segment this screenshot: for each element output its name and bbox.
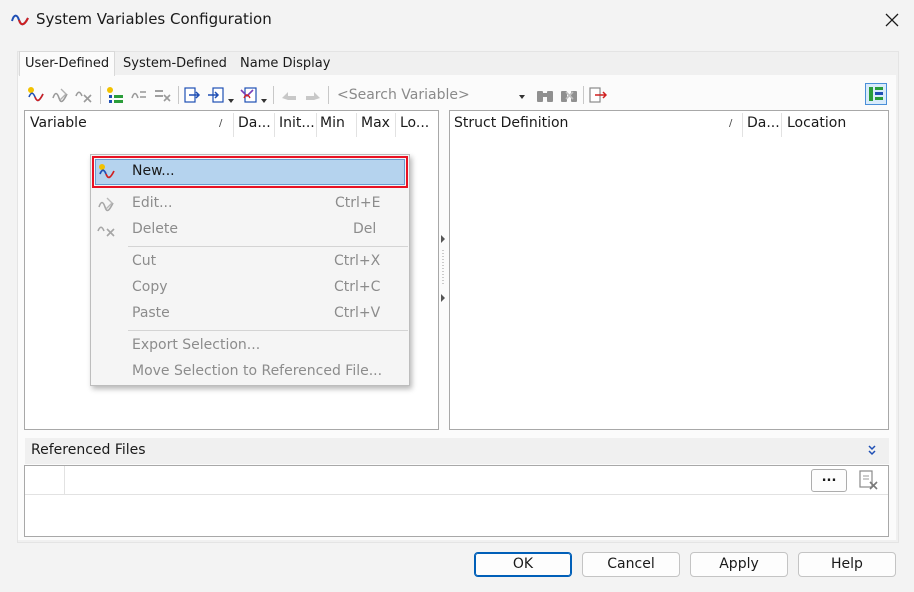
close-button[interactable]	[876, 4, 908, 36]
delete-struct-icon[interactable]	[154, 86, 172, 104]
toolbar-separator	[100, 86, 101, 104]
column-struct-definition[interactable]: Struct Definition	[454, 115, 568, 131]
browse-button[interactable]: ...	[811, 469, 847, 492]
chevron-down-icon[interactable]	[261, 92, 267, 103]
sort-icon: /	[729, 118, 733, 129]
tab-user-defined[interactable]: User-Defined	[19, 51, 116, 76]
toolbar-separator	[328, 86, 329, 104]
column-initial-value[interactable]: Init...	[279, 115, 315, 131]
column-separator	[64, 466, 65, 495]
tab-strip: User-Defined System-Defined Name Display	[17, 51, 347, 76]
collapse-chevron-icon[interactable]	[866, 443, 878, 457]
search-variable-input[interactable]: <Search Variable>	[333, 84, 529, 106]
shortcut-cut: Ctrl+X	[334, 253, 381, 269]
find-icon[interactable]	[536, 86, 554, 104]
edit-variable-icon	[97, 195, 117, 213]
menu-item-move-selection[interactable]: Move Selection to Referenced File...	[132, 363, 382, 379]
move-down-icon[interactable]	[304, 86, 322, 104]
ok-button[interactable]: OK	[474, 552, 572, 577]
shortcut-delete: Del	[353, 221, 377, 237]
menu-separator	[128, 246, 408, 247]
referenced-files-header[interactable]	[25, 438, 889, 464]
layout-toggle-button[interactable]	[865, 83, 887, 105]
window-title: System Variables Configuration	[36, 10, 272, 28]
column-separator	[781, 113, 782, 137]
app-wave-icon	[10, 10, 30, 30]
remove-file-icon	[859, 470, 878, 490]
column-location[interactable]: Lo...	[400, 115, 429, 131]
column-variable[interactable]: Variable	[30, 115, 87, 131]
remove-file-button[interactable]	[856, 469, 882, 493]
export-selection-icon[interactable]	[589, 86, 607, 104]
column-struct-location[interactable]: Location	[787, 115, 846, 131]
search-dropdown-chevron-icon[interactable]	[518, 90, 526, 100]
referenced-files-title: Referenced Files	[31, 442, 146, 458]
sort-icon: /	[219, 118, 223, 129]
new-variable-icon	[97, 163, 117, 181]
cancel-button[interactable]: Cancel	[582, 552, 680, 577]
menu-item-new[interactable]: New...	[132, 163, 175, 179]
column-separator	[356, 113, 357, 137]
struct-definition-table[interactable]	[449, 110, 889, 430]
column-separator	[742, 113, 743, 137]
toolbar-separator	[273, 86, 274, 104]
referenced-file-row[interactable]	[25, 466, 888, 495]
close-icon	[885, 13, 899, 27]
shortcut-paste: Ctrl+V	[334, 305, 381, 321]
help-button[interactable]: Help	[798, 552, 896, 577]
import-icon[interactable]	[207, 86, 225, 104]
menu-item-delete[interactable]: Delete	[132, 221, 178, 237]
tab-system-defined[interactable]: System-Defined	[118, 54, 232, 74]
new-variable-icon[interactable]	[27, 86, 45, 104]
shortcut-copy: Ctrl+C	[334, 279, 381, 295]
column-min[interactable]: Min	[320, 115, 345, 131]
column-separator	[395, 113, 396, 137]
layout-toggle-icon	[869, 87, 883, 101]
edit-struct-icon[interactable]	[130, 86, 148, 104]
delete-variable-icon[interactable]	[75, 86, 93, 104]
menu-item-copy[interactable]: Copy	[132, 279, 168, 295]
toolbar-separator	[178, 86, 179, 104]
toolbar-separator	[583, 86, 584, 104]
column-separator	[316, 113, 317, 137]
shortcut-edit: Ctrl+E	[335, 195, 381, 211]
menu-separator	[128, 330, 408, 331]
menu-item-export-selection[interactable]: Export Selection...	[132, 337, 260, 353]
filter-icon[interactable]	[240, 86, 258, 104]
column-max[interactable]: Max	[361, 115, 390, 131]
new-struct-icon[interactable]	[106, 86, 124, 104]
column-data-type[interactable]: Da...	[238, 115, 271, 131]
find-clear-icon[interactable]	[560, 86, 578, 104]
pane-splitter[interactable]	[439, 230, 447, 310]
move-up-icon[interactable]	[280, 86, 298, 104]
column-struct-data-type[interactable]: Da...	[747, 115, 780, 131]
menu-item-paste[interactable]: Paste	[132, 305, 170, 321]
column-separator	[233, 113, 234, 137]
menu-item-edit[interactable]: Edit...	[132, 195, 172, 211]
apply-button[interactable]: Apply	[690, 552, 788, 577]
menu-item-cut[interactable]: Cut	[132, 253, 156, 269]
chevron-down-icon[interactable]	[228, 92, 234, 103]
export-icon[interactable]	[183, 86, 201, 104]
edit-variable-icon[interactable]	[51, 86, 69, 104]
delete-variable-icon	[97, 221, 117, 239]
tab-name-display[interactable]: Name Display	[235, 54, 335, 74]
column-separator	[274, 113, 275, 137]
